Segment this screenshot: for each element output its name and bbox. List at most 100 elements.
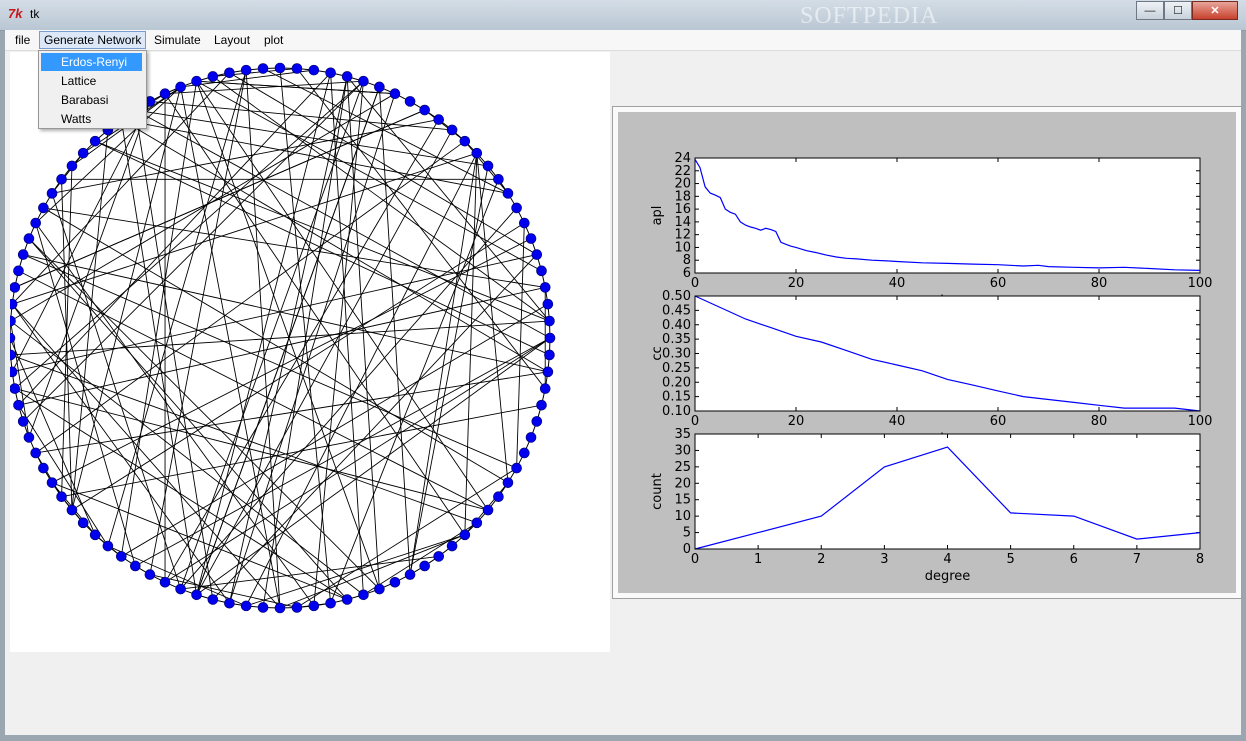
network-node xyxy=(519,447,530,459)
network-node xyxy=(471,147,483,159)
menu-layout[interactable]: Layout xyxy=(210,32,254,48)
network-edge xyxy=(516,223,525,469)
y-tick-label: 10 xyxy=(674,509,691,524)
network-node xyxy=(291,602,303,613)
network-node xyxy=(66,160,78,172)
x-tick-label: 80 xyxy=(1091,276,1108,291)
network-node xyxy=(446,540,458,552)
window-title: tk xyxy=(30,7,40,21)
x-tick-label: 3 xyxy=(880,552,888,567)
network-node xyxy=(544,349,555,361)
network-edge xyxy=(409,153,478,575)
x-tick-label: 60 xyxy=(990,414,1007,429)
network-node xyxy=(325,67,336,79)
network-graph xyxy=(4,62,556,614)
network-node xyxy=(446,124,458,136)
network-node xyxy=(30,447,41,459)
network-node xyxy=(224,67,235,79)
network-node xyxy=(358,75,369,87)
network-node xyxy=(433,114,445,125)
network-node xyxy=(17,249,29,260)
menu-option-watts[interactable]: Watts xyxy=(41,110,142,128)
network-node xyxy=(544,315,555,327)
network-node xyxy=(6,366,18,378)
x-tick-label: 100 xyxy=(1188,276,1213,291)
menu-option-barabasi[interactable]: Barabasi xyxy=(41,91,142,109)
minimize-icon: — xyxy=(1144,4,1156,17)
network-node xyxy=(404,569,416,580)
y-tick-label: 0 xyxy=(683,542,691,557)
network-edge xyxy=(246,534,465,607)
network-node xyxy=(175,81,186,93)
network-edge xyxy=(35,140,466,454)
network-node xyxy=(525,233,537,244)
network-node xyxy=(404,96,416,107)
network-edge xyxy=(51,152,84,194)
x-tick-label: 40 xyxy=(889,276,906,291)
edge-layer xyxy=(9,67,551,609)
network-node xyxy=(159,88,171,99)
menu-plot[interactable]: plot xyxy=(260,32,287,48)
network-node xyxy=(23,233,35,244)
network-edge xyxy=(135,337,551,567)
network-edge xyxy=(28,101,151,438)
y-tick-label: 0.40 xyxy=(662,318,691,333)
y-tick-label: 25 xyxy=(674,460,691,475)
network-edge xyxy=(262,76,348,608)
network-node xyxy=(56,173,67,185)
menu-option-erdos-renyi[interactable]: Erdos-Renyi xyxy=(41,53,142,71)
network-node xyxy=(459,135,471,147)
y-tick-label: 20 xyxy=(674,177,691,192)
network-edge xyxy=(14,109,425,288)
network-edge xyxy=(10,354,477,524)
network-node xyxy=(482,504,494,516)
network-node xyxy=(191,589,202,601)
network-node xyxy=(5,349,16,361)
y-tick-label: 5 xyxy=(683,526,691,541)
network-node xyxy=(542,366,554,378)
menu-generate-network[interactable]: Generate Network xyxy=(39,31,147,49)
tk-feather-icon: 7k xyxy=(8,6,23,21)
maximize-button[interactable]: ☐ xyxy=(1164,1,1192,20)
y-tick-label: 24 xyxy=(674,151,691,166)
network-node xyxy=(471,517,483,529)
chart-axes xyxy=(694,157,1201,274)
network-node xyxy=(224,597,235,609)
network-node xyxy=(274,602,286,614)
menu-file[interactable]: file xyxy=(11,32,34,48)
network-node xyxy=(17,416,29,427)
network-node xyxy=(374,583,385,595)
network-edge xyxy=(245,152,478,607)
network-edge xyxy=(107,545,247,607)
network-node xyxy=(257,602,269,613)
x-tick-label: 100 xyxy=(1188,414,1213,429)
network-node xyxy=(46,477,58,488)
y-axis-label: apl xyxy=(650,206,665,226)
network-node xyxy=(191,75,202,87)
network-node xyxy=(358,589,369,601)
network-node xyxy=(30,217,41,229)
menu-option-lattice[interactable]: Lattice xyxy=(41,72,142,90)
x-tick-label: 0 xyxy=(691,414,699,429)
network-edge xyxy=(180,86,281,609)
y-tick-label: 0.45 xyxy=(662,303,691,318)
network-edge xyxy=(313,81,364,606)
maximize-icon: ☐ xyxy=(1173,5,1183,17)
y-tick-label: 0.35 xyxy=(662,332,691,347)
network-node xyxy=(46,188,58,199)
menu-simulate[interactable]: Simulate xyxy=(150,32,205,48)
network-canvas[interactable] xyxy=(4,52,610,652)
x-tick-label: 1 xyxy=(754,552,762,567)
minimize-button[interactable]: — xyxy=(1136,1,1164,20)
network-node xyxy=(6,298,18,310)
network-node xyxy=(374,81,385,93)
network-node xyxy=(308,600,320,612)
network-node xyxy=(89,529,101,541)
network-node xyxy=(240,64,252,76)
y-tick-label: 6 xyxy=(683,266,691,281)
x-axis-label: degree xyxy=(925,569,971,584)
y-tick-label: 30 xyxy=(674,443,691,458)
network-node xyxy=(389,88,401,99)
close-button[interactable]: ✕ xyxy=(1192,1,1238,20)
network-node xyxy=(539,282,551,293)
